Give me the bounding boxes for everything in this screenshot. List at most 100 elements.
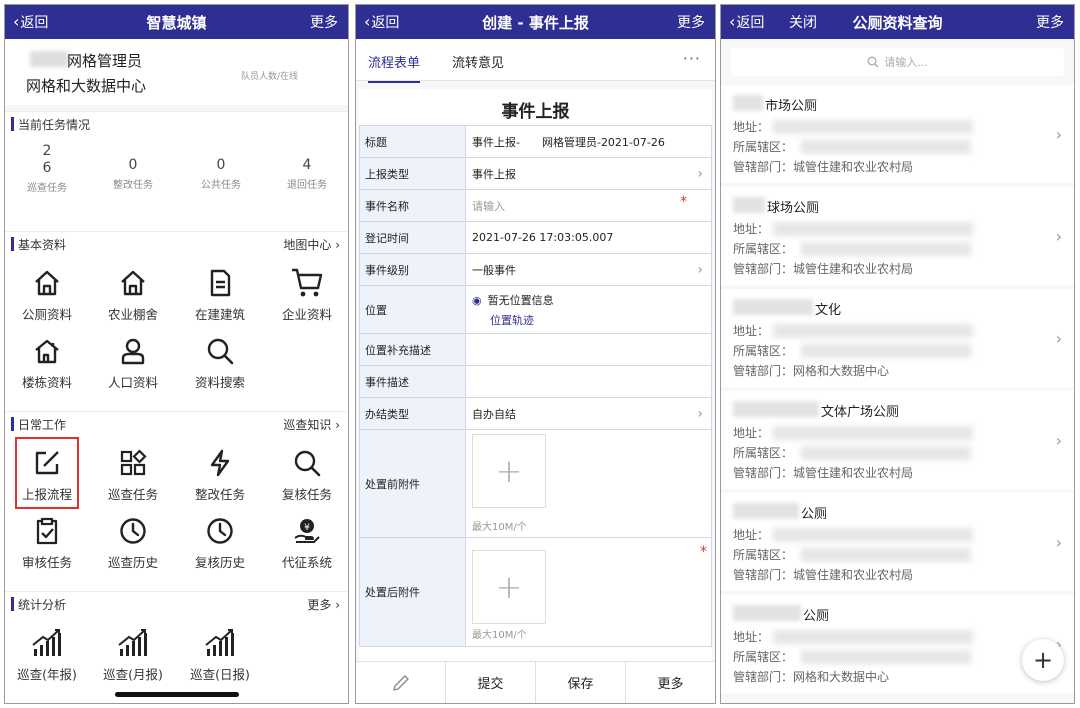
item-address: 地址： — [733, 120, 770, 134]
more-button[interactable]: 更多 — [310, 12, 338, 32]
redacted-text — [801, 140, 971, 154]
tab-flow-opinion[interactable]: 流转意见 — [452, 52, 504, 71]
back-button[interactable]: ‹返回 — [13, 12, 48, 32]
grid-item-population[interactable]: 人口资料 — [93, 333, 173, 391]
redacted-text — [801, 650, 971, 664]
field-label: 上报类型 — [359, 158, 466, 189]
item-title: 公厕 — [803, 609, 830, 624]
item-area: 所属辖区： — [733, 548, 794, 562]
back-button[interactable]: ‹返回 — [364, 12, 399, 32]
grid-label: 资料搜索 — [194, 375, 245, 390]
more-button[interactable]: 更多 — [1036, 12, 1064, 32]
grid-item-daily[interactable]: 巡查(日报) — [180, 625, 260, 683]
upload-after-button[interactable]: + — [472, 550, 546, 624]
section-marker — [11, 117, 14, 131]
list-item[interactable]: 文体广场公厕 地址： 所属辖区： 管辖部门：城管住建和农业农村局 › — [721, 391, 1074, 489]
profile-card: 网格管理员 网格和大数据中心 队员人数/在线 — [5, 39, 348, 105]
event-desc-input[interactable] — [466, 366, 712, 397]
list-item[interactable]: 文化 地址： 所属辖区： 管辖部门：网格和大数据中心 › — [721, 289, 1074, 387]
field-report-type[interactable]: 上报类型 事件上报 › — [359, 157, 712, 189]
register-time-value: 2021-07-26 17:03:05.007 — [466, 222, 712, 253]
submit-button[interactable]: 提交 — [446, 662, 536, 703]
toilet-query-screen: ‹返回 关闭 公厕资料查询 更多 请输入... 市场公厕 地址： 所属辖区： 管辖部门… — [720, 4, 1075, 704]
list-item[interactable]: 公厕 地址： 所属辖区： 管辖部门：网格和大数据中心 › — [721, 595, 1074, 693]
grid-label: 楼栋资料 — [21, 375, 72, 390]
search-input[interactable]: 请输入... — [731, 48, 1064, 76]
grid-item-toilet[interactable]: 公厕资料 — [7, 265, 87, 323]
edit-button[interactable] — [356, 662, 446, 703]
user-role: 网格管理员 — [67, 52, 143, 70]
page-title: 公厕资料查询 — [852, 14, 943, 32]
close-type-value: 自办自结 — [472, 407, 516, 421]
grid-label: 巡查(年报) — [17, 667, 77, 682]
field-close-type[interactable]: 办结类型 自办自结 › — [359, 397, 712, 429]
grid-item-building[interactable]: 楼栋资料 — [7, 333, 87, 391]
task-rectify[interactable]: 0 整改任务 — [103, 157, 163, 191]
section-daily: 日常工作 巡查知识 › — [5, 411, 348, 435]
grid-label: 巡查任务 — [107, 487, 158, 502]
more-actions-button[interactable]: 更多 — [626, 662, 715, 703]
grid-item-review-task[interactable]: 复核任务 — [267, 445, 347, 503]
event-name-input[interactable]: 请输入 — [472, 198, 505, 214]
patrol-knowledge-link[interactable]: 巡查知识 › — [283, 416, 340, 433]
svg-text:¥: ¥ — [304, 523, 310, 533]
item-dept: 管辖部门：城管住建和农业农村局 — [733, 466, 914, 480]
stats-grid: 巡查(年报) 巡查(月报) 巡查(日报) — [5, 615, 348, 703]
grid-item-enterprise[interactable]: 企业资料 — [267, 265, 347, 323]
location-desc-input[interactable] — [466, 334, 712, 365]
task-patrol[interactable]: 26 巡查任务 — [17, 143, 77, 194]
grid-item-rectify-task[interactable]: 整改任务 — [180, 445, 260, 503]
clipboard-check-icon — [36, 517, 58, 545]
item-title: 文体广场公厕 — [821, 405, 900, 420]
upload-hint: 最大10M/个 — [472, 630, 527, 641]
upload-before-button[interactable]: + — [472, 434, 546, 508]
grid-label: 整改任务 — [194, 487, 245, 502]
list-item[interactable]: 球场公厕 地址： 所属辖区： 管辖部门：城管住建和农业农村局 › — [721, 187, 1074, 285]
grid-item-monthly[interactable]: 巡查(月报) — [93, 625, 173, 683]
grid-item-yearly[interactable]: 巡查(年报) — [7, 625, 87, 683]
grid-item-collection-system[interactable]: ¥ 代征系统 — [267, 513, 347, 571]
grid-item-greenhouse[interactable]: 农业棚舍 — [93, 265, 173, 323]
home-icon — [35, 270, 59, 296]
redacted-text — [733, 503, 799, 519]
grid-item-audit-task[interactable]: 审核任务 — [7, 513, 87, 571]
tab-bar: 流程表单 流转意见 ··· — [356, 39, 715, 83]
search-icon — [207, 338, 234, 365]
redacted-text — [733, 95, 763, 111]
list-item[interactable]: 公厕 地址： 所属辖区： 管辖部门：城管住建和农业农村局 › — [721, 493, 1074, 591]
redacted-text — [773, 120, 973, 134]
item-title: 球场公厕 — [767, 201, 820, 216]
redacted-text — [30, 51, 68, 67]
grid-item-patrol-history[interactable]: 巡查历史 — [93, 513, 173, 571]
required-mark: * — [700, 544, 707, 560]
grid-label: 巡查历史 — [107, 555, 158, 570]
field-location-desc[interactable]: 位置补充描述 — [359, 333, 712, 365]
grid-item-construction[interactable]: 在建建筑 — [180, 265, 260, 323]
add-button[interactable]: + — [1022, 639, 1064, 681]
tab-process-form[interactable]: 流程表单 — [368, 52, 421, 83]
building-icon — [35, 339, 59, 364]
field-event-level[interactable]: 事件级别 一般事件 › — [359, 253, 712, 285]
grid-item-report-flow[interactable]: 上报流程 — [7, 445, 87, 503]
top-bar: ‹返回 关闭 公厕资料查询 更多 — [721, 5, 1074, 39]
more-dots-icon[interactable]: ··· — [683, 49, 701, 68]
field-event-name[interactable]: 事件名称 请输入 * — [359, 189, 712, 221]
task-public[interactable]: 0 公共任务 — [191, 157, 251, 191]
save-button[interactable]: 保存 — [536, 662, 626, 703]
location-track-link[interactable]: 位置轨迹 — [490, 312, 711, 328]
close-button[interactable]: 关闭 — [789, 12, 817, 32]
trend-chart-icon — [118, 629, 147, 656]
edit-icon — [35, 451, 59, 475]
grid-item-review-history[interactable]: 复核历史 — [180, 513, 260, 571]
section-title: 基本资料 — [18, 238, 67, 252]
grid-item-search[interactable]: 资料搜索 — [180, 333, 260, 391]
task-returned[interactable]: 4 退回任务 — [277, 157, 337, 191]
field-event-desc[interactable]: 事件描述 — [359, 365, 712, 397]
stats-more-link[interactable]: 更多 › — [307, 596, 340, 613]
back-button[interactable]: ‹返回 — [729, 12, 764, 32]
list-item[interactable]: 市场公厕 地址： 所属辖区： 管辖部门：城管住建和农业农村局 › — [721, 85, 1074, 183]
grid-item-patrol-task[interactable]: 巡查任务 — [93, 445, 173, 503]
more-button[interactable]: 更多 — [677, 12, 705, 32]
plus-icon: + — [495, 568, 523, 606]
map-center-link[interactable]: 地图中心 › — [283, 236, 340, 253]
